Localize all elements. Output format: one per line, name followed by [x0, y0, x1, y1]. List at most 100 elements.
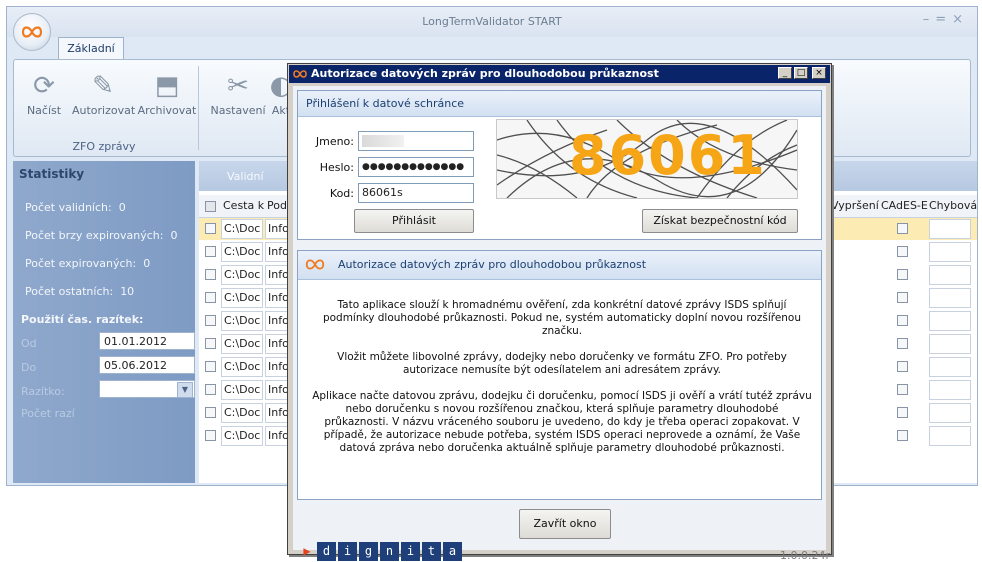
stat-label: Počet validních:: [25, 201, 112, 214]
cades-checkbox[interactable]: [897, 292, 908, 303]
od-date-input[interactable]: 01.01.2012: [99, 332, 195, 350]
ribbon-group-label: ZFO zprávy: [72, 140, 136, 153]
autorizovat-label: Autorizovat: [72, 104, 136, 117]
dignita-logo: ▶ d i g n i t a: [301, 542, 464, 562]
path-cell: C:\Doc: [221, 380, 263, 400]
autorizovat-button[interactable]: ✎ Autorizovat: [72, 68, 136, 128]
row-checkbox[interactable]: [205, 269, 216, 280]
nacist-button[interactable]: ⟳ Načíst: [16, 68, 72, 128]
cades-checkbox[interactable]: [897, 430, 908, 441]
refresh-icon: ⟳: [33, 71, 55, 101]
arrow-right-icon: ▶: [303, 544, 311, 558]
path-cell: C:\Doc: [221, 311, 263, 331]
jmeno-input[interactable]: [358, 131, 474, 151]
column-vyprseni[interactable]: Vypršení: [831, 199, 879, 212]
path-cell: C:\Doc: [221, 357, 263, 377]
cades-checkbox[interactable]: [897, 223, 908, 234]
brand-letter: g: [359, 542, 378, 561]
minimize-icon[interactable]: –: [923, 12, 936, 27]
statistics-panel: Statistiky Počet validních: 0 Počet brzy…: [13, 161, 195, 483]
stat-label: Počet brzy expirovaných:: [25, 229, 164, 242]
stat-ostatni: Počet ostatních: 10: [25, 285, 134, 298]
version-label: 1.0.0.24r: [780, 549, 831, 562]
path-cell: C:\Doc: [221, 334, 263, 354]
kod-input[interactable]: 86061s: [358, 183, 474, 203]
do-label: Do: [21, 361, 37, 374]
row-checkbox[interactable]: [205, 384, 216, 395]
path-cell: C:\Doc: [221, 288, 263, 308]
cades-checkbox[interactable]: [897, 407, 908, 418]
heslo-input[interactable]: ●●●●●●●●●●●●●: [358, 157, 474, 177]
chybova-cell: [929, 288, 971, 308]
column-pod[interactable]: Pod: [267, 199, 287, 212]
dialog-close-button[interactable]: ×: [812, 67, 826, 79]
chybova-cell: [929, 426, 971, 446]
path-cell: C:\Doc: [221, 265, 263, 285]
row-checkbox[interactable]: [205, 315, 216, 326]
cades-checkbox[interactable]: [897, 269, 908, 280]
authorization-dialog: Autorizace datových zpráv pro dlouhodobo…: [287, 63, 832, 562]
cades-checkbox[interactable]: [897, 361, 908, 372]
chybova-cell: [929, 265, 971, 285]
column-chybova[interactable]: Chybová: [929, 199, 977, 212]
stat-value: 10: [120, 285, 135, 298]
zavrit-okno-button[interactable]: Zavřít okno: [519, 509, 611, 539]
prihlasit-button[interactable]: Přihlásit: [354, 209, 474, 233]
window-controls[interactable]: –=×: [923, 12, 969, 27]
chybova-cell: [929, 403, 971, 423]
brand-letter: t: [422, 542, 441, 561]
path-cell: C:\Doc: [221, 219, 263, 239]
dialog-minimize-button[interactable]: _: [778, 67, 792, 79]
chevron-down-icon[interactable]: ▼: [177, 382, 193, 398]
info-section-header: Autorizace datových zpráv pro dlouhodobo…: [298, 251, 821, 280]
column-cades[interactable]: CAdES-E: [881, 199, 928, 212]
row-checkbox[interactable]: [205, 223, 216, 234]
stat-value: 0: [143, 257, 151, 270]
stat-label: Počet expirovaných:: [25, 257, 137, 270]
row-checkbox[interactable]: [205, 407, 216, 418]
maximize-icon[interactable]: =: [935, 12, 952, 27]
dialog-title-bar: Autorizace datových zpráv pro dlouhodobo…: [289, 65, 830, 83]
tab-zakladni[interactable]: Základní: [58, 37, 124, 60]
row-checkbox[interactable]: [205, 361, 216, 372]
stat-expirovane: Počet expirovaných: 0: [25, 257, 150, 270]
chybova-cell: [929, 219, 971, 239]
ribbon-group-separator: [198, 66, 199, 150]
brand-letter: a: [443, 542, 462, 561]
chybova-cell: [929, 357, 971, 377]
row-checkbox[interactable]: [205, 338, 216, 349]
cades-checkbox[interactable]: [897, 384, 908, 395]
info-paragraph-2: Vložit můžete libovolné zprávy, dodejky …: [337, 351, 787, 376]
infinity-logo-icon: [293, 70, 307, 78]
archive-icon: ⬒: [154, 71, 180, 101]
select-all-checkbox[interactable]: [205, 201, 216, 212]
nastaveni-button[interactable]: ✂ Nastavení: [210, 68, 266, 128]
captcha-code: 86061: [569, 124, 767, 187]
razitko-select[interactable]: ▼: [99, 380, 195, 398]
row-checkbox[interactable]: [205, 292, 216, 303]
chybova-cell: [929, 311, 971, 331]
stat-value: 0: [170, 229, 178, 242]
window-title: LongTermValidator START: [422, 15, 562, 28]
row-checkbox[interactable]: [205, 246, 216, 257]
ziskat-kod-button[interactable]: Získat bezpečnostní kód: [642, 209, 798, 233]
close-icon[interactable]: ×: [952, 12, 969, 27]
column-cesta[interactable]: Cesta k: [223, 199, 264, 212]
cades-checkbox[interactable]: [897, 338, 908, 349]
cades-checkbox[interactable]: [897, 315, 908, 326]
archivovat-button[interactable]: ⬒ Archivovat: [136, 68, 198, 128]
dialog-maximize-button[interactable]: □: [794, 67, 808, 79]
brand-letter: i: [401, 542, 420, 561]
info-section-title: Autorizace datových zpráv pro dlouhodobo…: [338, 258, 647, 271]
valid-section-label: Validní: [227, 170, 264, 183]
row-checkbox[interactable]: [205, 430, 216, 441]
cades-checkbox[interactable]: [897, 246, 908, 257]
brand-letter: d: [317, 542, 336, 561]
app-menu-button[interactable]: [13, 13, 51, 51]
dialog-title: Autorizace datových zpráv pro dlouhodobo…: [311, 67, 659, 80]
nastaveni-label: Nastavení: [210, 104, 266, 117]
pocet-razitek-label: Počet razí: [21, 407, 75, 420]
do-date-input[interactable]: 05.06.2012: [99, 356, 195, 374]
stat-label: Počet ostatních:: [25, 285, 114, 298]
path-cell: C:\Doc: [221, 426, 263, 446]
